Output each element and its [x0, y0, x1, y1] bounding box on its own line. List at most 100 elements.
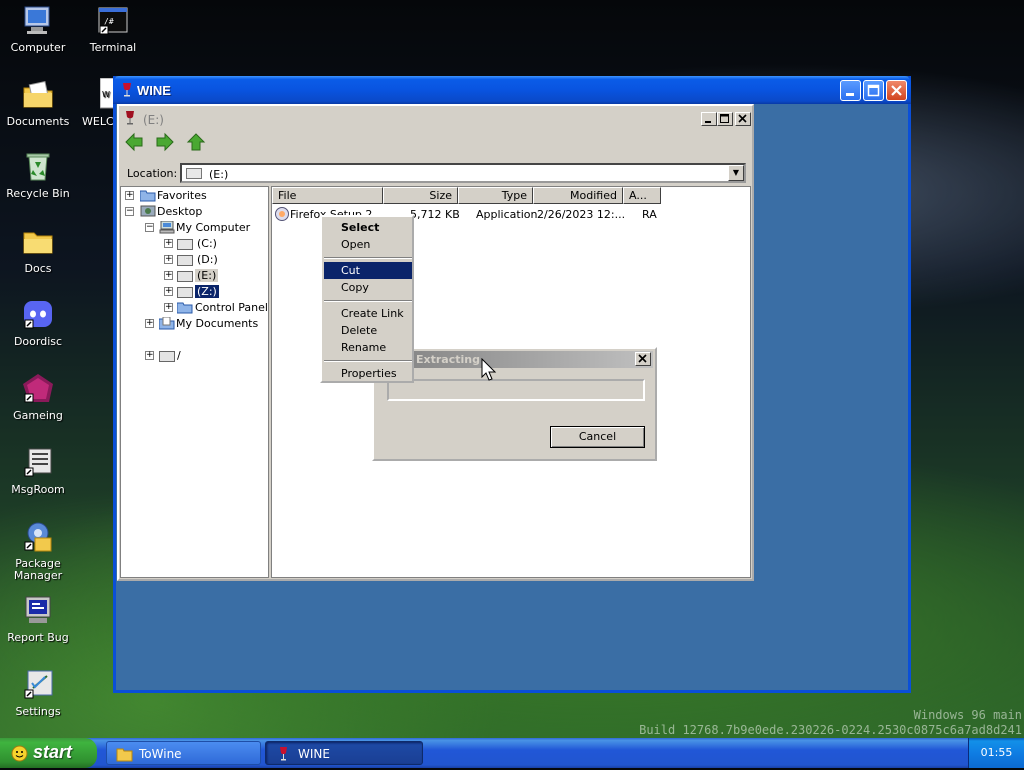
smiley-icon — [11, 745, 28, 762]
system-tray-clock[interactable]: 01:55 — [968, 738, 1024, 768]
start-button[interactable]: start — [0, 738, 97, 768]
back-arrow-icon[interactable] — [124, 132, 144, 152]
cancel-button[interactable]: Cancel — [550, 426, 645, 448]
gameing-icon — [21, 372, 55, 406]
collapse-icon[interactable]: − — [145, 223, 154, 232]
drive-icon — [186, 168, 202, 179]
desktop-icon-label: Documents — [6, 115, 70, 128]
taskbar-button-label: ToWine — [139, 747, 182, 761]
expand-icon[interactable]: + — [125, 191, 134, 200]
wine-glass-icon — [275, 746, 292, 761]
terminal-icon: /# — [96, 4, 130, 38]
desktop-icon-settings[interactable]: Settings — [1, 668, 75, 718]
file-modified: 2/26/2023 12:... — [537, 208, 626, 221]
menu-item-copy[interactable]: Copy — [324, 279, 412, 296]
wine-close-button[interactable] — [886, 80, 907, 101]
drive-icon — [177, 286, 193, 299]
collapse-icon[interactable]: − — [125, 207, 134, 216]
explorer-close-button[interactable] — [735, 112, 751, 126]
desktop-icon-msgroom[interactable]: MsgRoom — [1, 446, 75, 496]
tree-label: (Z:) — [195, 285, 219, 298]
column-header-modified[interactable]: Modified — [533, 187, 623, 204]
file-type: Application — [476, 208, 538, 221]
documents-icon — [158, 316, 175, 330]
taskbar: start ToWine WINE 01:55 — [0, 738, 1024, 768]
taskbar-button-towine[interactable]: ToWine — [106, 741, 261, 765]
menu-item-open[interactable]: Open — [324, 236, 412, 253]
location-combobox[interactable]: (E:) ▼ — [180, 163, 746, 183]
minimize-icon — [846, 93, 854, 96]
settings-icon — [21, 668, 55, 702]
desktop-icon-docs[interactable]: Docs — [1, 225, 75, 275]
expand-icon[interactable]: + — [164, 239, 173, 248]
desktop-icon-label: Settings — [15, 705, 61, 718]
column-header-file[interactable]: File — [272, 187, 383, 204]
menu-separator — [324, 360, 412, 362]
column-header-type[interactable]: Type — [458, 187, 533, 204]
expand-icon[interactable]: + — [164, 271, 173, 280]
desktop-icon-label: Computer — [10, 41, 66, 54]
explorer-titlebar[interactable]: (E:) — [121, 108, 751, 130]
taskbar-button-wine[interactable]: WINE — [265, 741, 423, 765]
menu-item-create-link[interactable]: Create Link — [324, 305, 412, 322]
menu-item-properties[interactable]: Properties — [324, 365, 412, 382]
wine-maximize-button[interactable] — [863, 80, 884, 101]
expand-icon[interactable]: + — [164, 287, 173, 296]
progress-bar — [387, 379, 645, 401]
tree-label: Control Panel — [195, 301, 268, 314]
report-bug-icon — [21, 594, 55, 628]
desktop-icon-computer[interactable]: Computer — [1, 4, 75, 54]
desktop-icon-doordisc[interactable]: Doordisc — [1, 298, 75, 348]
wine-minimize-button[interactable] — [840, 80, 861, 101]
doordisc-icon — [21, 298, 55, 332]
desktop-icon-welcome[interactable]: W WELCO — [76, 77, 122, 128]
expand-icon[interactable]: + — [164, 303, 173, 312]
folder-icon — [139, 189, 156, 202]
taskbar-button-label: WINE — [298, 747, 330, 761]
package-manager-icon — [21, 520, 55, 554]
folder-icon — [116, 746, 133, 762]
dialog-close-button[interactable] — [635, 352, 651, 366]
desktop-icon-package-manager[interactable]: Package Manager — [1, 520, 75, 582]
menu-item-rename[interactable]: Rename — [324, 339, 412, 356]
desktop-icon-report-bug[interactable]: Report Bug — [1, 594, 75, 644]
drive-icon — [159, 350, 175, 363]
desktop-icon-documents[interactable]: Documents — [1, 78, 75, 128]
explorer-minimize-button[interactable] — [701, 112, 717, 126]
build-watermark-line1: Windows 96 main — [913, 708, 1022, 722]
start-label: start — [33, 742, 73, 762]
wine-titlebar[interactable]: WINE — [113, 76, 911, 104]
recycle-bin-icon — [21, 150, 55, 184]
context-menu: Select Open Cut Copy Create Link Delete … — [320, 215, 414, 383]
column-header-attributes[interactable]: A... — [623, 187, 661, 204]
menu-item-cut[interactable]: Cut — [324, 262, 412, 279]
close-icon — [738, 114, 747, 123]
menu-item-select[interactable]: Select — [324, 219, 412, 236]
up-arrow-icon[interactable] — [186, 132, 206, 152]
desktop-icon-recycle-bin[interactable]: Recycle Bin — [1, 150, 75, 200]
tree-label: Favorites — [157, 189, 207, 202]
tree-label: Desktop — [157, 205, 203, 218]
mouse-cursor-icon — [481, 357, 497, 385]
desktop-icon-terminal[interactable]: /# Terminal — [76, 4, 150, 54]
svg-text:/#: /# — [104, 17, 114, 26]
expand-icon[interactable]: + — [145, 319, 154, 328]
dialog-title: Extracting — [416, 353, 480, 366]
dropdown-arrow-icon[interactable]: ▼ — [728, 165, 744, 181]
desktop-icon-label: Docs — [24, 262, 52, 275]
desktop-icon-label: Terminal — [89, 41, 137, 54]
dialog-titlebar[interactable]: Extracting — [376, 351, 653, 368]
drive-icon — [177, 254, 193, 267]
drive-icon — [177, 270, 193, 283]
file-size: 5,712 KB — [410, 208, 460, 221]
column-header-size[interactable]: Size — [383, 187, 458, 204]
expand-icon[interactable]: + — [164, 255, 173, 264]
expand-icon[interactable]: + — [145, 351, 154, 360]
menu-item-delete[interactable]: Delete — [324, 322, 412, 339]
documents-folder-icon — [21, 78, 55, 112]
forward-arrow-icon[interactable] — [155, 132, 175, 152]
desktop-icon-gameing[interactable]: Gameing — [1, 372, 75, 422]
desktop-icon-label: Gameing — [13, 409, 63, 422]
desktop-icon-label: Report Bug — [7, 631, 69, 644]
explorer-maximize-button[interactable] — [717, 112, 733, 126]
